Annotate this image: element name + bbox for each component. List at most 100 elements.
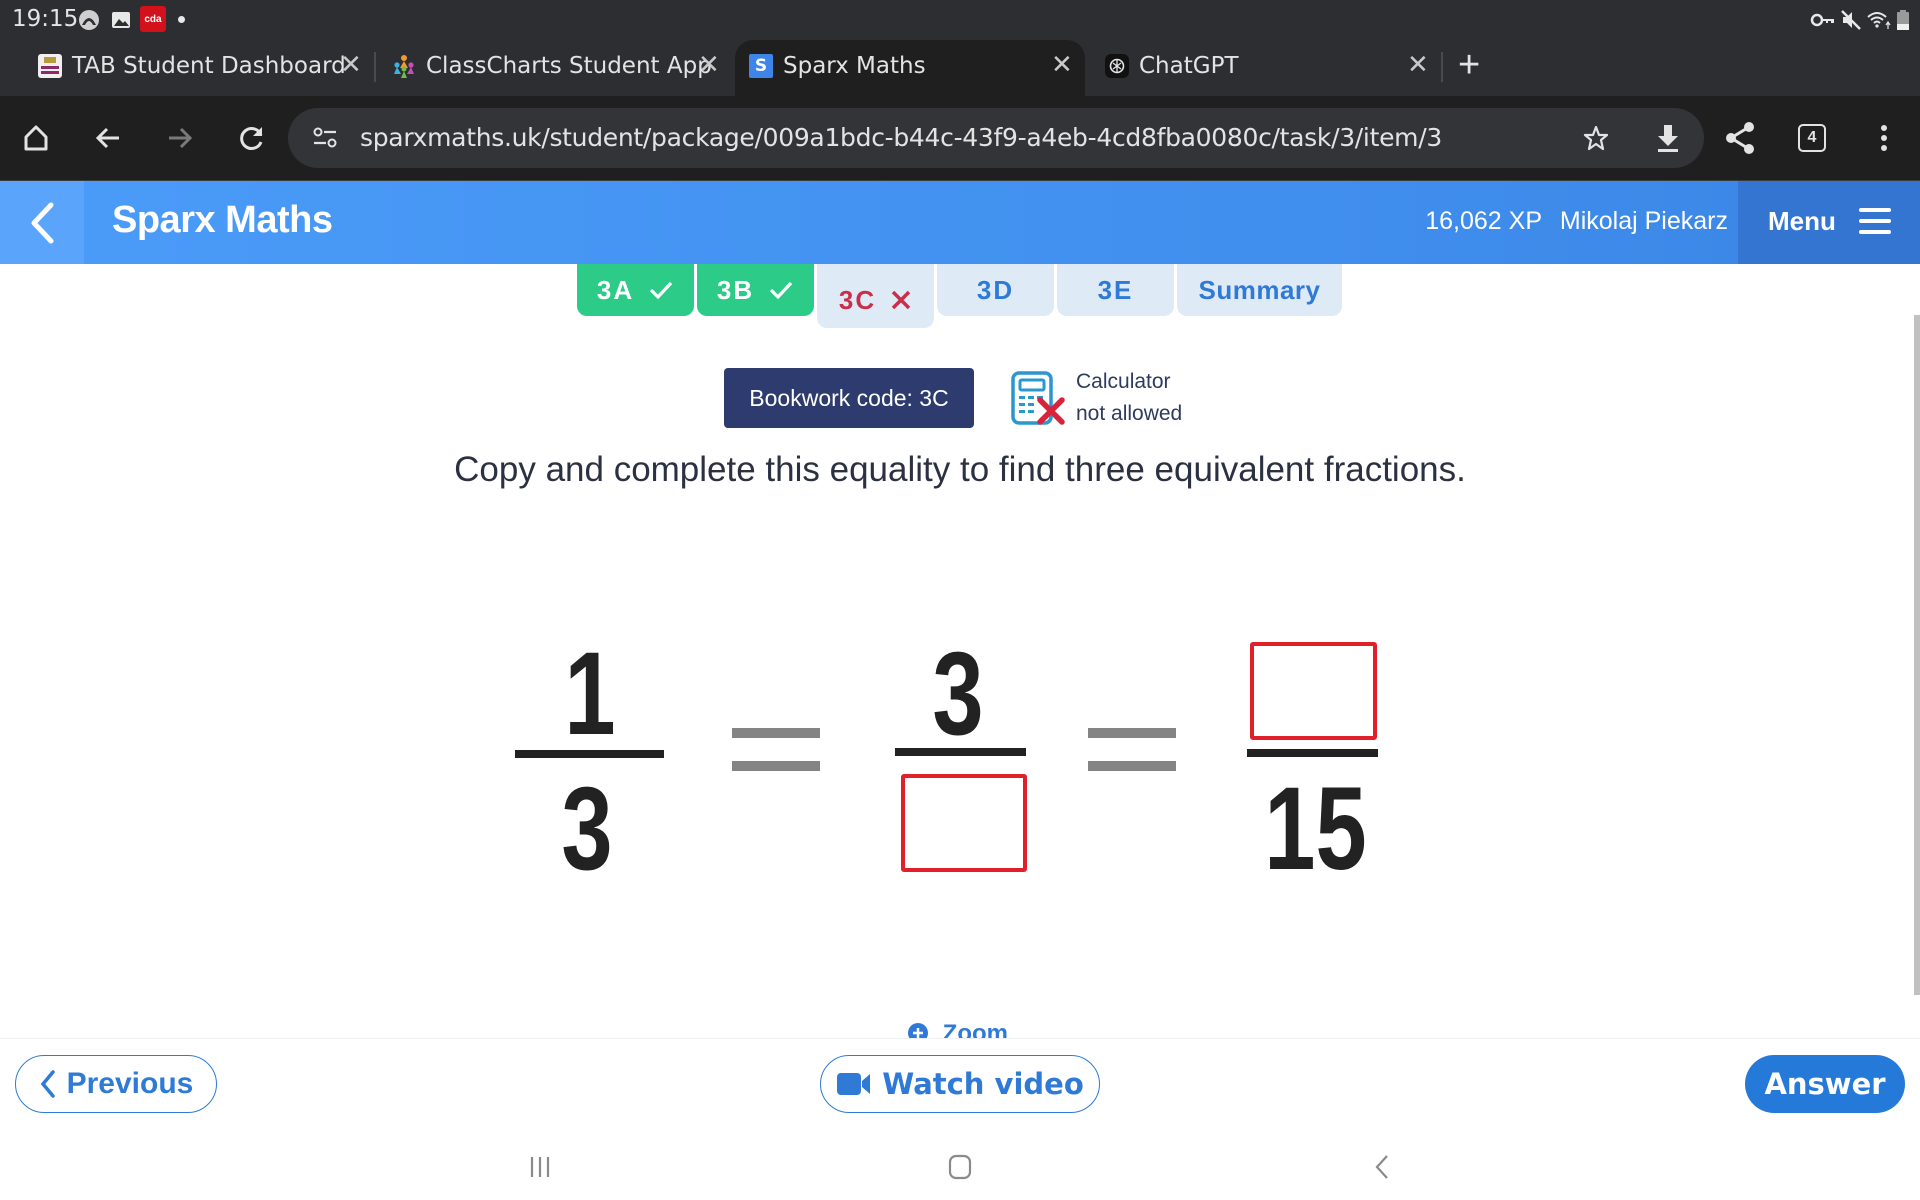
cross-icon — [891, 290, 911, 310]
share-icon — [1726, 122, 1754, 154]
tab-separator — [374, 52, 376, 82]
fraction-2-denominator-answer-box[interactable] — [901, 774, 1027, 872]
task-tab-3b[interactable]: 3B — [697, 264, 814, 316]
vpn-key-icon — [1810, 13, 1834, 27]
recent-apps-icon — [530, 1157, 550, 1177]
equals-sign-1-bottom — [732, 761, 820, 771]
task-tab-label: 3B — [716, 274, 755, 305]
share-button[interactable] — [1718, 116, 1762, 160]
close-tab-icon[interactable]: ✕ — [1407, 50, 1429, 80]
user-name: Mikolaj Piekarz — [1559, 207, 1728, 235]
site-settings-icon — [313, 127, 337, 148]
chatgpt-favicon — [1105, 54, 1129, 78]
calculator-not-allowed-icon — [1011, 371, 1065, 425]
home-icon — [24, 125, 48, 151]
fraction-2-numerator: 3 — [932, 628, 984, 760]
calculator-line-1: Calculator — [1076, 370, 1171, 393]
zoom-label: Zoom — [942, 1020, 1008, 1038]
close-tab-icon[interactable]: ✕ — [1051, 50, 1073, 80]
download-icon[interactable] — [1654, 122, 1682, 154]
recent-apps-button[interactable] — [520, 1149, 560, 1185]
bookmark-star-icon[interactable] — [1582, 124, 1610, 152]
check-icon — [649, 281, 673, 300]
vpn-arch-icon — [79, 10, 99, 30]
task-tab-3d[interactable]: 3D — [937, 264, 1054, 316]
reload-button[interactable] — [230, 116, 274, 160]
equals-sign-2-top — [1088, 728, 1176, 738]
fraction-1-numerator: 1 — [564, 628, 616, 760]
fraction-2-bar — [895, 748, 1026, 756]
wifi-icon — [1867, 12, 1891, 29]
video-camera-icon — [837, 1073, 871, 1095]
fraction-3-numerator-answer-box[interactable] — [1250, 642, 1377, 740]
bookwork-code-badge: Bookwork code: 3C — [724, 368, 974, 428]
tab-dashboard-favicon — [38, 54, 62, 78]
check-icon — [769, 281, 793, 300]
browser-tab-classcharts[interactable]: ClassCharts Student App ✕ — [392, 40, 722, 96]
gallery-icon — [112, 12, 130, 28]
task-tab-label: 3E — [1097, 274, 1134, 305]
equals-sign-1-top — [732, 728, 820, 738]
arrow-left-icon — [95, 127, 119, 149]
task-tab-label: 3C — [838, 284, 877, 315]
fraction-3-bar — [1247, 749, 1378, 757]
xp-counter: 16,062 XP — [1425, 207, 1542, 235]
url-text[interactable]: sparxmaths.uk/student/package/009a1bdc-b… — [360, 123, 1442, 152]
answer-button[interactable]: Answer — [1745, 1055, 1905, 1113]
previous-label: Previous — [66, 1067, 194, 1100]
new-tab-button[interactable]: + — [1458, 44, 1480, 87]
watch-video-button[interactable]: Watch video — [820, 1055, 1100, 1113]
kebab-menu-icon — [1881, 125, 1887, 151]
back-nav-icon — [1375, 1155, 1388, 1179]
equals-sign-2-bottom — [1088, 761, 1176, 771]
app-title: Sparx Maths — [112, 199, 333, 241]
browser-tab-chatgpt[interactable]: ChatGPT ✕ — [1105, 40, 1435, 96]
browser-tab-sparx-maths[interactable]: S Sparx Maths ✕ — [735, 40, 1085, 96]
page-scrollbar[interactable] — [1914, 315, 1920, 995]
tab-count-badge: 4 — [1798, 124, 1826, 152]
chevron-left-icon — [31, 202, 54, 243]
android-nav-bar — [0, 1133, 1920, 1200]
tab-label: ClassCharts Student App — [426, 53, 712, 79]
battery-icon — [1897, 10, 1909, 30]
cda-app-icon: cda — [140, 6, 166, 32]
task-tab-3e[interactable]: 3E — [1057, 264, 1174, 316]
zoom-plus-icon — [908, 1023, 928, 1038]
calculator-policy: Calculator not allowed — [1076, 366, 1182, 430]
fraction-1-bar — [515, 750, 664, 758]
menu-button[interactable]: Menu — [1738, 181, 1920, 264]
calculator-line-2: not allowed — [1076, 402, 1183, 425]
task-tab-label: 3D — [976, 274, 1015, 305]
task-tab-summary[interactable]: Summary — [1177, 264, 1342, 316]
sparx-header: Sparx Maths 16,062 XP Mikolaj Piekarz Me… — [0, 181, 1920, 264]
close-tab-icon[interactable]: ✕ — [698, 50, 720, 80]
browser-tab-strip: TAB Student Dashboard ✕ ClassCharts Stud… — [0, 40, 1920, 96]
back-nav-button[interactable] — [1362, 1149, 1402, 1185]
browser-tab-tab-dashboard[interactable]: TAB Student Dashboard ✕ — [38, 40, 368, 96]
task-tab-3a[interactable]: 3A — [577, 264, 694, 316]
more-menu-button[interactable] — [1862, 116, 1906, 160]
menu-label: Menu — [1768, 206, 1836, 236]
mute-icon — [1841, 10, 1861, 30]
home-nav-button[interactable] — [940, 1149, 980, 1185]
tab-label: Sparx Maths — [783, 53, 926, 79]
fraction-1-denominator: 3 — [561, 763, 613, 895]
bookwork-code-text: Bookwork code: 3C — [749, 384, 949, 411]
hamburger-icon — [1859, 208, 1891, 234]
chevron-left-icon — [40, 1070, 55, 1098]
forward-button[interactable] — [158, 116, 202, 160]
sparx-back-button[interactable] — [0, 181, 84, 264]
zoom-button[interactable]: Zoom — [908, 1020, 1008, 1038]
previous-button[interactable]: Previous — [15, 1055, 217, 1113]
back-button[interactable] — [86, 116, 130, 160]
arrow-right-icon — [169, 127, 193, 149]
classcharts-favicon — [394, 55, 414, 78]
tab-label: TAB Student Dashboard — [72, 53, 346, 79]
question-action-bar: Previous Watch video Answer — [0, 1038, 1920, 1133]
address-bar[interactable]: sparxmaths.uk/student/package/009a1bdc-b… — [288, 108, 1704, 168]
close-tab-icon[interactable]: ✕ — [340, 50, 362, 80]
task-tab-3c[interactable]: 3C — [817, 264, 934, 328]
home-button[interactable] — [14, 116, 58, 160]
tab-switcher-button[interactable]: 4 — [1790, 116, 1834, 160]
notification-dot-icon — [178, 16, 185, 23]
